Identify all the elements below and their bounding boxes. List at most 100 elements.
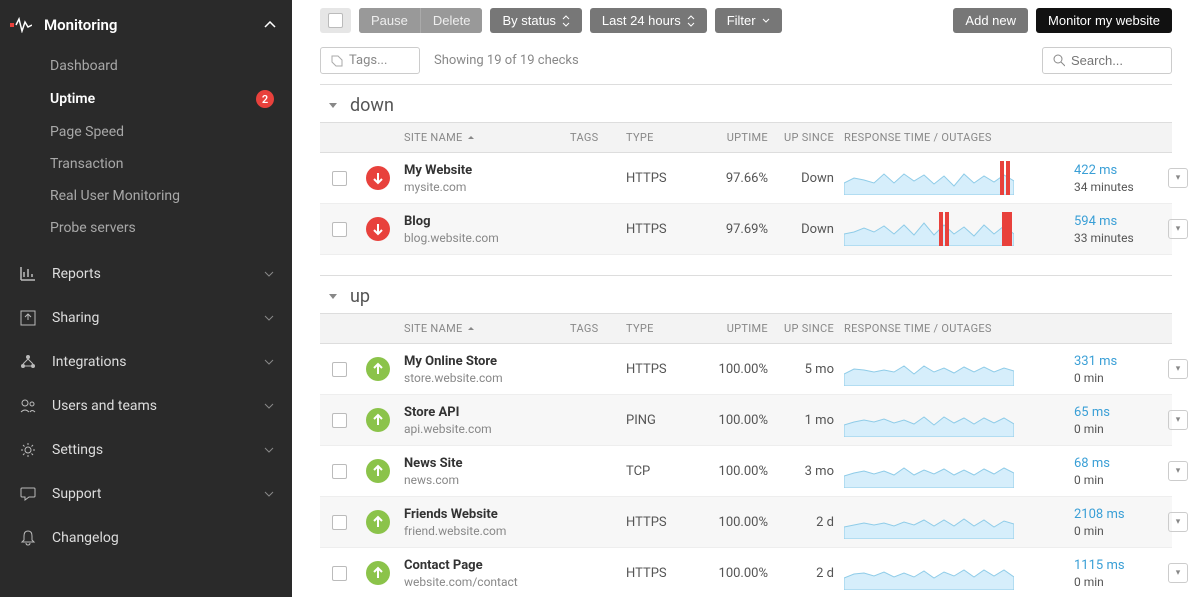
- chat-icon: [18, 484, 38, 504]
- site-url: store.website.com: [404, 371, 570, 385]
- sidebar-item-label: Dashboard: [50, 58, 118, 74]
- sidebar-item-label: Integrations: [52, 354, 126, 370]
- group-header-up[interactable]: up: [320, 275, 1172, 313]
- up-since-value: Down: [778, 222, 844, 237]
- col-type[interactable]: TYPE: [626, 322, 698, 335]
- col-up-since[interactable]: UP SINCE: [778, 131, 844, 144]
- col-up-since[interactable]: UP SINCE: [778, 322, 844, 335]
- sidebar-subitem[interactable]: Uptime2: [0, 82, 292, 116]
- add-new-button[interactable]: Add new: [953, 8, 1028, 33]
- search-wrap[interactable]: [1042, 47, 1172, 74]
- table-row[interactable]: Store APIapi.website.comPING100.00%1 mo6…: [320, 395, 1172, 446]
- table-row[interactable]: Blogblog.website.comHTTPS97.69%Down594 m…: [320, 204, 1172, 255]
- chevron-up-icon: [264, 21, 276, 29]
- response-duration: 0 min: [1074, 371, 1168, 385]
- sidebar-subitem[interactable]: Dashboard: [0, 50, 292, 82]
- select-all-wrap[interactable]: [320, 8, 351, 33]
- col-site-name[interactable]: SITE NAME: [404, 322, 570, 335]
- sidebar-item[interactable]: Support: [0, 472, 292, 516]
- main-content: Pause Delete By status Last 24 hours Fil…: [292, 0, 1200, 597]
- row-checkbox[interactable]: [332, 464, 347, 479]
- outage-bar: [945, 212, 949, 246]
- col-uptime[interactable]: UPTIME: [698, 322, 778, 335]
- badge: 2: [256, 90, 274, 108]
- outage-bar: [1000, 161, 1004, 195]
- expand-button[interactable]: ▾: [1168, 219, 1188, 239]
- site-name: My Website: [404, 163, 570, 178]
- expand-button[interactable]: ▾: [1168, 410, 1188, 430]
- outage-bar: [1002, 212, 1012, 246]
- sidebar-item[interactable]: Settings: [0, 428, 292, 472]
- sidebar-item-label: Sharing: [52, 310, 99, 326]
- uptime-value: 97.66%: [698, 171, 778, 186]
- col-site-name[interactable]: SITE NAME: [404, 131, 570, 144]
- col-response[interactable]: RESPONSE TIME / OUTAGES: [844, 322, 1074, 335]
- col-response[interactable]: RESPONSE TIME / OUTAGES: [844, 131, 1074, 144]
- table-header: SITE NAME TAGS TYPE UPTIME UP SINCE RESP…: [320, 122, 1172, 153]
- col-uptime[interactable]: UPTIME: [698, 131, 778, 144]
- sidebar-item-label: Settings: [52, 442, 103, 458]
- table-row[interactable]: Contact Pagewebsite.com/contactHTTPS100.…: [320, 548, 1172, 597]
- group-header-down[interactable]: down: [320, 84, 1172, 122]
- row-checkbox[interactable]: [332, 222, 347, 237]
- outage-bar: [1006, 161, 1010, 195]
- col-tags[interactable]: TAGS: [570, 322, 626, 335]
- expand-button[interactable]: ▾: [1168, 168, 1188, 188]
- select-all-checkbox[interactable]: [328, 13, 343, 28]
- delete-button[interactable]: Delete: [421, 8, 483, 33]
- sidebar-item[interactable]: Users and teams: [0, 384, 292, 428]
- row-checkbox[interactable]: [332, 362, 347, 377]
- sparkline: [844, 403, 1074, 437]
- row-checkbox[interactable]: [332, 413, 347, 428]
- monitor-website-button[interactable]: Monitor my website: [1036, 8, 1172, 33]
- uptime-value: 100.00%: [698, 413, 778, 428]
- sidebar-subitem[interactable]: Probe servers: [0, 212, 292, 244]
- chevron-down-icon: [264, 403, 274, 410]
- status-down-icon: [366, 166, 390, 190]
- by-status-dropdown[interactable]: By status: [490, 8, 581, 33]
- table-row[interactable]: My Websitemysite.comHTTPS97.66%Down422 m…: [320, 153, 1172, 204]
- col-tags[interactable]: TAGS: [570, 131, 626, 144]
- timerange-dropdown[interactable]: Last 24 hours: [590, 8, 707, 33]
- pause-button[interactable]: Pause: [359, 8, 421, 33]
- expand-button[interactable]: ▾: [1168, 359, 1188, 379]
- sidebar-subitem[interactable]: Transaction: [0, 148, 292, 180]
- table-row[interactable]: Friends Websitefriend.website.comHTTPS10…: [320, 497, 1172, 548]
- sidebar-item[interactable]: Integrations: [0, 340, 292, 384]
- status-up-icon: [366, 510, 390, 534]
- showing-text: Showing 19 of 19 checks: [434, 53, 579, 68]
- tags-input[interactable]: Tags...: [320, 47, 420, 74]
- sidebar-item[interactable]: Changelog: [0, 516, 292, 560]
- col-type[interactable]: TYPE: [626, 131, 698, 144]
- sidebar-header[interactable]: Monitoring: [0, 8, 292, 46]
- site-name: Friends Website: [404, 507, 570, 522]
- search-input[interactable]: [1071, 53, 1161, 68]
- row-checkbox[interactable]: [332, 171, 347, 186]
- up-since-value: 2 d: [778, 566, 844, 581]
- site-url: news.com: [404, 473, 570, 487]
- expand-button[interactable]: ▾: [1168, 461, 1188, 481]
- sidebar-subitem[interactable]: Real User Monitoring: [0, 180, 292, 212]
- table-row[interactable]: My Online Storestore.website.comHTTPS100…: [320, 344, 1172, 395]
- site-url: blog.website.com: [404, 231, 570, 245]
- table-header: SITE NAME TAGS TYPE UPTIME UP SINCE RESP…: [320, 313, 1172, 344]
- filter-dropdown[interactable]: Filter: [715, 8, 782, 33]
- sidebar-item-label: Changelog: [52, 530, 119, 546]
- sidebar-item[interactable]: Reports: [0, 252, 292, 296]
- up-since-value: 1 mo: [778, 413, 844, 428]
- expand-button[interactable]: ▾: [1168, 512, 1188, 532]
- sidebar-item[interactable]: Sharing: [0, 296, 292, 340]
- site-url: api.website.com: [404, 422, 570, 436]
- chevron-down-icon: [762, 18, 770, 24]
- site-name: Blog: [404, 214, 570, 229]
- tag-icon: [331, 55, 343, 67]
- bell-icon: [18, 528, 38, 548]
- sidebar-subitem[interactable]: Page Speed: [0, 116, 292, 148]
- expand-button[interactable]: ▾: [1168, 563, 1188, 583]
- filter-label: Filter: [727, 13, 756, 28]
- table-row[interactable]: News Sitenews.comTCP100.00%3 mo68 ms0 mi…: [320, 446, 1172, 497]
- chevron-down-icon: [264, 315, 274, 322]
- uptime-value: 100.00%: [698, 464, 778, 479]
- row-checkbox[interactable]: [332, 515, 347, 530]
- row-checkbox[interactable]: [332, 566, 347, 581]
